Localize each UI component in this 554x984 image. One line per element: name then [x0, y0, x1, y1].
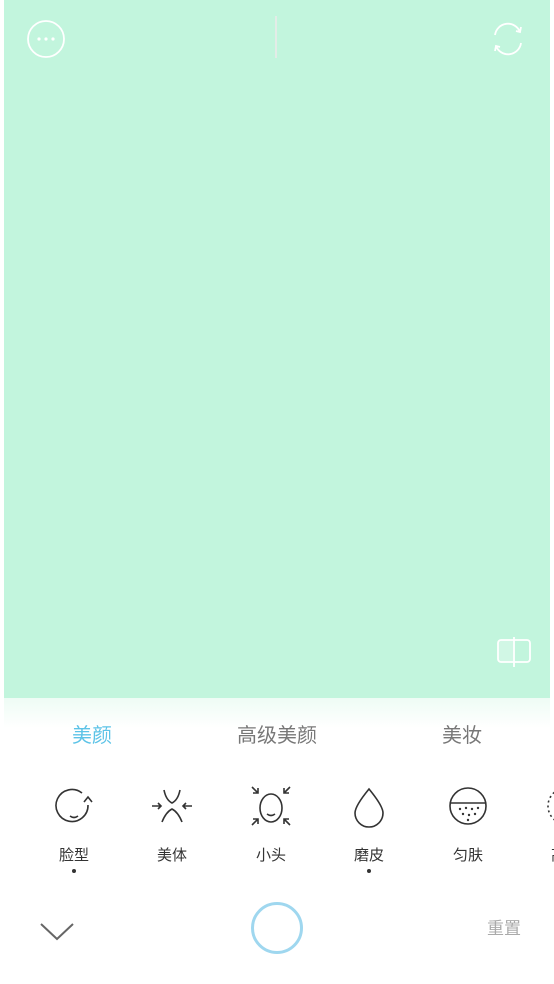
- compare-button[interactable]: [496, 636, 534, 668]
- smooth-skin-drop-icon: [354, 787, 384, 828]
- tab-beauty[interactable]: 美颜: [72, 716, 112, 756]
- camera-preview: [4, 0, 550, 698]
- collapse-panel-button[interactable]: [38, 914, 76, 944]
- compare-icon: [497, 637, 531, 667]
- beauty-category-tabs: 美颜 高级美颜 美妆: [0, 716, 554, 756]
- top-divider: [275, 16, 277, 58]
- beauty-tools-list: 脸型 美体 小头 磨皮 匀肤: [0, 780, 554, 880]
- shutter-button[interactable]: [251, 902, 303, 954]
- switch-camera-icon: [494, 22, 522, 56]
- tool-smooth-skin[interactable]: 磨皮: [331, 780, 407, 880]
- tool-even-skin[interactable]: 匀肤: [430, 780, 506, 880]
- tool-small-head[interactable]: 小头: [233, 780, 309, 880]
- highlight-icon: [547, 791, 554, 821]
- tab-makeup[interactable]: 美妆: [442, 716, 482, 756]
- face-shape-icon: [55, 788, 93, 823]
- tool-face-shape[interactable]: 脸型: [36, 780, 112, 880]
- bottom-bar: 重置: [0, 896, 554, 966]
- tool-body-slim[interactable]: 美体: [134, 780, 210, 880]
- tool-highlight[interactable]: 高光: [528, 780, 554, 880]
- tool-label: 高光: [528, 844, 554, 865]
- ellipsis-circle-icon: [27, 20, 65, 58]
- modified-dot: [72, 869, 76, 873]
- modified-dot: [367, 869, 371, 873]
- more-options-button[interactable]: [26, 19, 66, 59]
- body-slim-icon: [152, 789, 192, 823]
- small-head-icon: [251, 786, 291, 826]
- tool-label: 匀肤: [452, 846, 483, 864]
- reset-button[interactable]: 重置: [474, 914, 534, 944]
- switch-camera-button[interactable]: [487, 18, 529, 60]
- even-skin-icon: [449, 787, 487, 825]
- tool-label: 脸型: [58, 846, 89, 864]
- chevron-down-icon: [40, 923, 74, 941]
- tool-label: 磨皮: [353, 846, 384, 864]
- tab-advanced-beauty[interactable]: 高级美颜: [237, 716, 317, 756]
- tool-label: 美体: [156, 846, 187, 864]
- tool-label: 小头: [255, 846, 286, 864]
